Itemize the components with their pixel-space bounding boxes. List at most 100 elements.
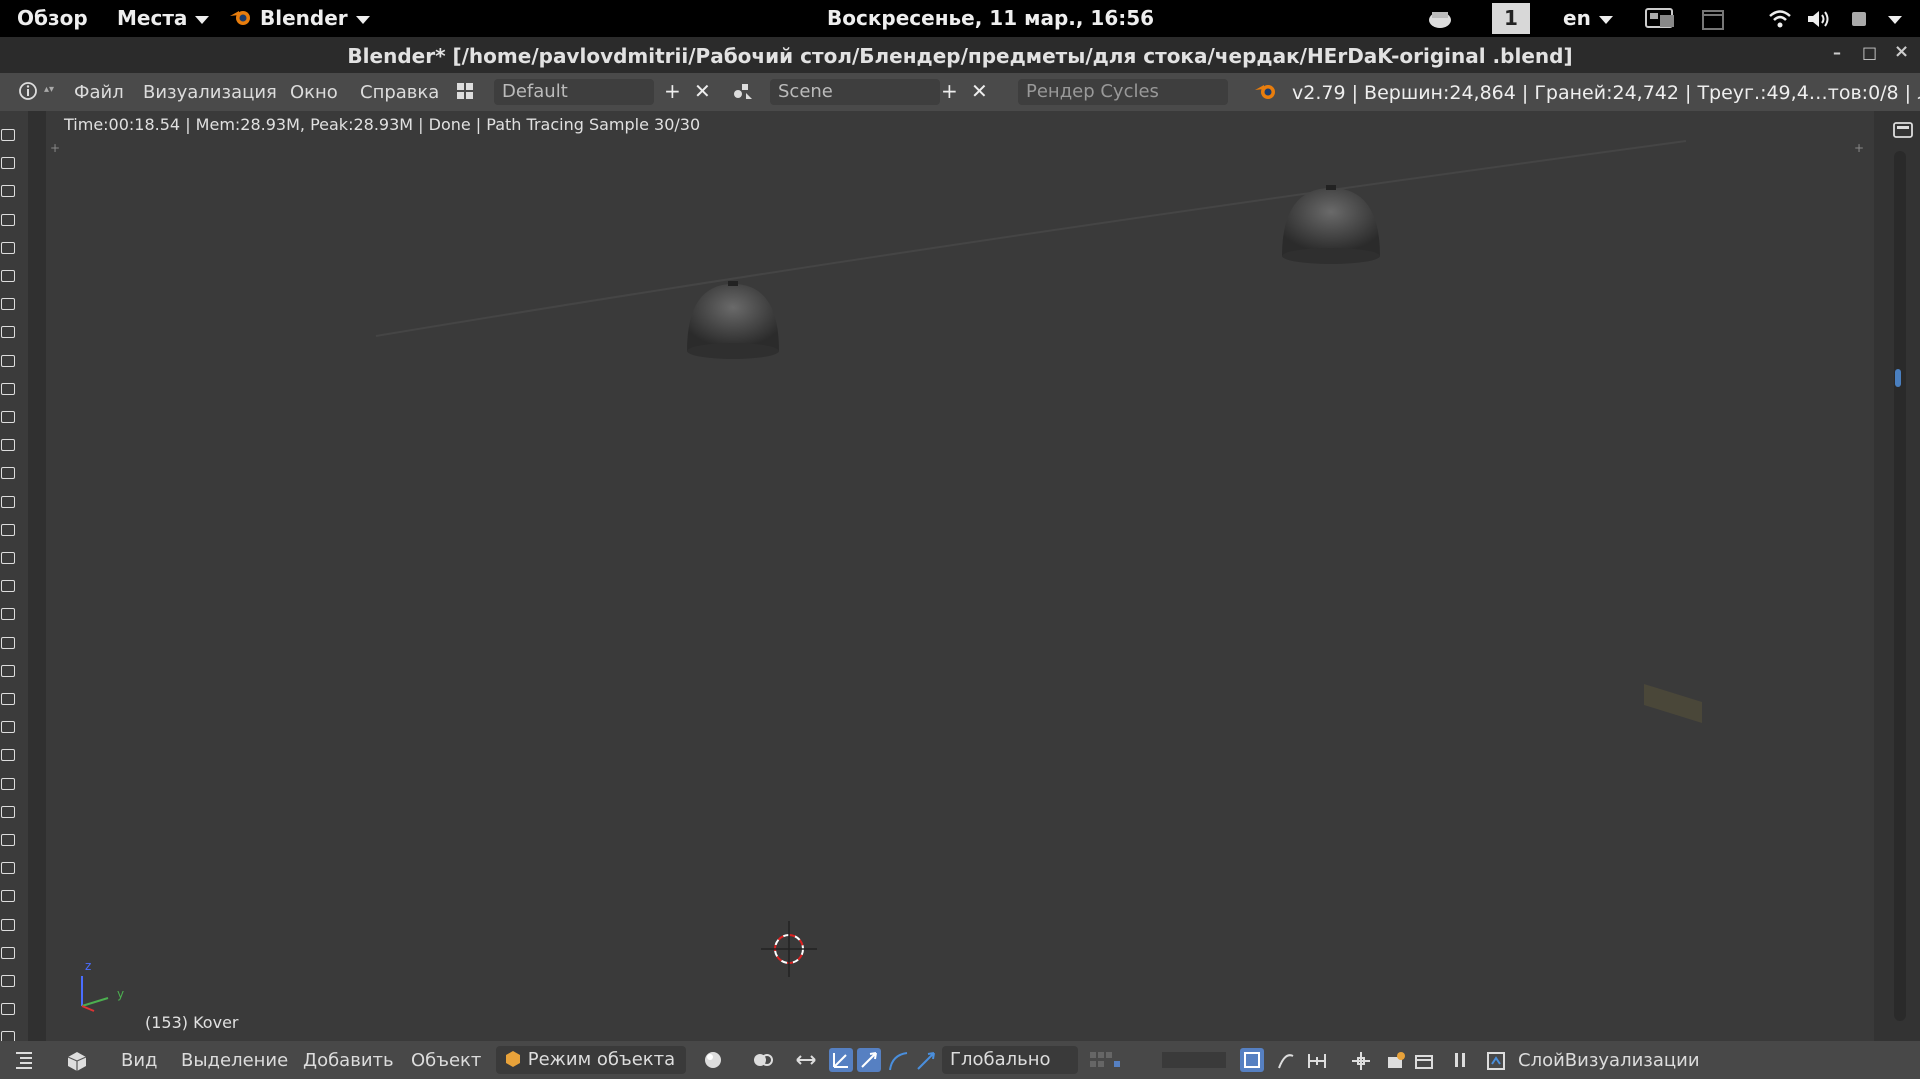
orientation-label: Глобально	[950, 1049, 1051, 1070]
transform-orientation-select[interactable]: Глобально	[942, 1046, 1078, 1074]
camera-icon[interactable]	[1, 523, 15, 536]
activities-button[interactable]: Обзор	[17, 6, 88, 30]
camera-icon[interactable]	[1, 946, 15, 959]
scrollbar[interactable]	[1894, 151, 1906, 1021]
tray-window-icon[interactable]	[1700, 6, 1726, 37]
battery-icon[interactable]	[1850, 9, 1870, 34]
clock[interactable]: Воскресенье, 11 мар., 16:56	[827, 6, 1154, 30]
language-label: en	[1563, 6, 1591, 30]
scrollbar-thumb[interactable]	[1895, 369, 1901, 387]
properties-toggle-icon[interactable]	[1892, 119, 1914, 145]
tray-coffee-icon[interactable]	[1428, 8, 1454, 35]
proportional-edit-icon[interactable]	[1275, 1050, 1295, 1070]
transform-icon[interactable]	[915, 1050, 935, 1070]
pivot-point-icon[interactable]	[752, 1050, 773, 1070]
mode-select[interactable]: Режим объекта	[496, 1046, 686, 1074]
camera-icon[interactable]	[1, 467, 15, 480]
menu-select[interactable]: Выделение	[181, 1050, 288, 1071]
camera-icon[interactable]	[1, 636, 15, 649]
camera-icon[interactable]	[1, 354, 15, 367]
render-engine-select[interactable]: Рендер Cycles	[1018, 79, 1228, 105]
add-scene-button[interactable]: +	[941, 79, 958, 103]
scale-manipulator-icon[interactable]	[887, 1050, 908, 1071]
camera-icon[interactable]	[1, 918, 15, 931]
view3d-editor-icon[interactable]	[66, 1050, 87, 1071]
camera-icon[interactable]	[1, 270, 15, 282]
camera-icon[interactable]	[1, 129, 15, 141]
camera-icon[interactable]	[1, 693, 15, 705]
camera-icon[interactable]	[1, 805, 15, 818]
viewport-shading-icon[interactable]	[703, 1050, 723, 1070]
chevron-down-icon	[355, 15, 370, 24]
app-menu[interactable]: Blender	[229, 6, 370, 30]
camera-icon[interactable]	[1, 1003, 15, 1016]
scene-icon[interactable]	[732, 81, 754, 106]
delete-screen-button[interactable]: ✕	[694, 79, 711, 103]
camera-icon[interactable]	[1, 298, 15, 311]
menu-object[interactable]: Объект	[411, 1050, 481, 1071]
render-layer-icon[interactable]	[1485, 1050, 1505, 1070]
camera-icon[interactable]	[1, 241, 15, 254]
camera-icon[interactable]	[1, 495, 15, 508]
scene-field[interactable]: Scene	[770, 79, 940, 105]
snap-target-icon[interactable]	[1350, 1050, 1370, 1070]
manipulator-toggle-icon[interactable]	[795, 1050, 816, 1070]
menu-help[interactable]: Справка	[360, 82, 439, 103]
camera-icon[interactable]	[1, 890, 15, 903]
3d-cursor[interactable]	[761, 921, 817, 977]
language-menu[interactable]: en	[1563, 6, 1613, 30]
camera-icon[interactable]	[1, 862, 15, 875]
pause-icon[interactable]	[1450, 1050, 1470, 1070]
editor-type-button[interactable]	[18, 81, 38, 106]
menu-view[interactable]: Вид	[121, 1050, 158, 1071]
tray-app-icon[interactable]	[1644, 5, 1678, 36]
camera-icon[interactable]	[1, 326, 15, 339]
rotate-manipulator-icon[interactable]	[857, 1048, 881, 1072]
add-screen-button[interactable]: +	[664, 79, 681, 103]
outliner-strip[interactable]	[0, 111, 28, 1044]
3d-viewport[interactable]: Time:00:18.54 | Mem:28.93M, Peak:28.93M …	[46, 111, 1874, 1041]
outliner-editor-icon[interactable]	[14, 1050, 34, 1070]
maximize-button[interactable]: □	[1862, 43, 1877, 62]
minimize-button[interactable]: –	[1833, 43, 1841, 62]
camera-icon[interactable]	[1, 185, 15, 198]
delete-scene-button[interactable]: ✕	[971, 79, 988, 103]
camera-icon[interactable]	[1, 157, 15, 170]
right-panel-strip[interactable]	[1874, 111, 1920, 1041]
screen-layout-icon[interactable]	[455, 81, 475, 106]
camera-icon[interactable]	[1, 721, 15, 734]
camera-icon[interactable]	[1, 749, 15, 762]
workspace-indicator[interactable]: 1	[1492, 3, 1530, 34]
menu-add[interactable]: Добавить	[303, 1050, 394, 1071]
menu-file[interactable]: Файл	[74, 82, 124, 103]
camera-icon[interactable]	[1, 382, 15, 395]
camera-icon[interactable]	[1, 439, 15, 452]
places-menu[interactable]: Места	[117, 6, 210, 30]
camera-icon[interactable]	[1, 664, 15, 677]
camera-icon[interactable]	[1, 608, 15, 621]
gnome-top-bar: Обзор Места Blender Воскресенье, 11 мар.…	[0, 0, 1920, 37]
camera-icon[interactable]	[1, 975, 15, 987]
scene-stats: v2.79 | Вершин:24,864 | Граней:24,742 | …	[1292, 82, 1920, 104]
area-divider[interactable]	[28, 111, 46, 1041]
close-button[interactable]: ×	[1894, 41, 1909, 62]
snap-element-icon[interactable]	[1305, 1050, 1326, 1070]
wifi-icon[interactable]	[1768, 8, 1792, 35]
translate-manipulator-icon[interactable]	[829, 1048, 853, 1072]
camera-icon[interactable]	[1, 580, 15, 593]
camera-icon[interactable]	[1, 777, 15, 790]
scene-layers-icon[interactable]	[1160, 1050, 1230, 1070]
render-opengl-icon[interactable]	[1385, 1050, 1405, 1070]
volume-icon[interactable]	[1806, 8, 1832, 35]
screen-layout-field[interactable]: Default	[494, 79, 654, 105]
camera-icon[interactable]	[1, 213, 15, 226]
layer-buttons-icon[interactable]	[1088, 1050, 1128, 1070]
camera-icon[interactable]	[1, 834, 15, 846]
menu-render[interactable]: Визуализация	[143, 82, 277, 103]
camera-icon[interactable]	[1, 552, 15, 564]
camera-icon[interactable]	[1, 411, 15, 423]
menu-window[interactable]: Окно	[290, 82, 338, 103]
render-animation-icon[interactable]	[1413, 1050, 1433, 1070]
lock-camera-icon[interactable]	[1240, 1048, 1264, 1072]
system-menu[interactable]	[1880, 6, 1902, 30]
